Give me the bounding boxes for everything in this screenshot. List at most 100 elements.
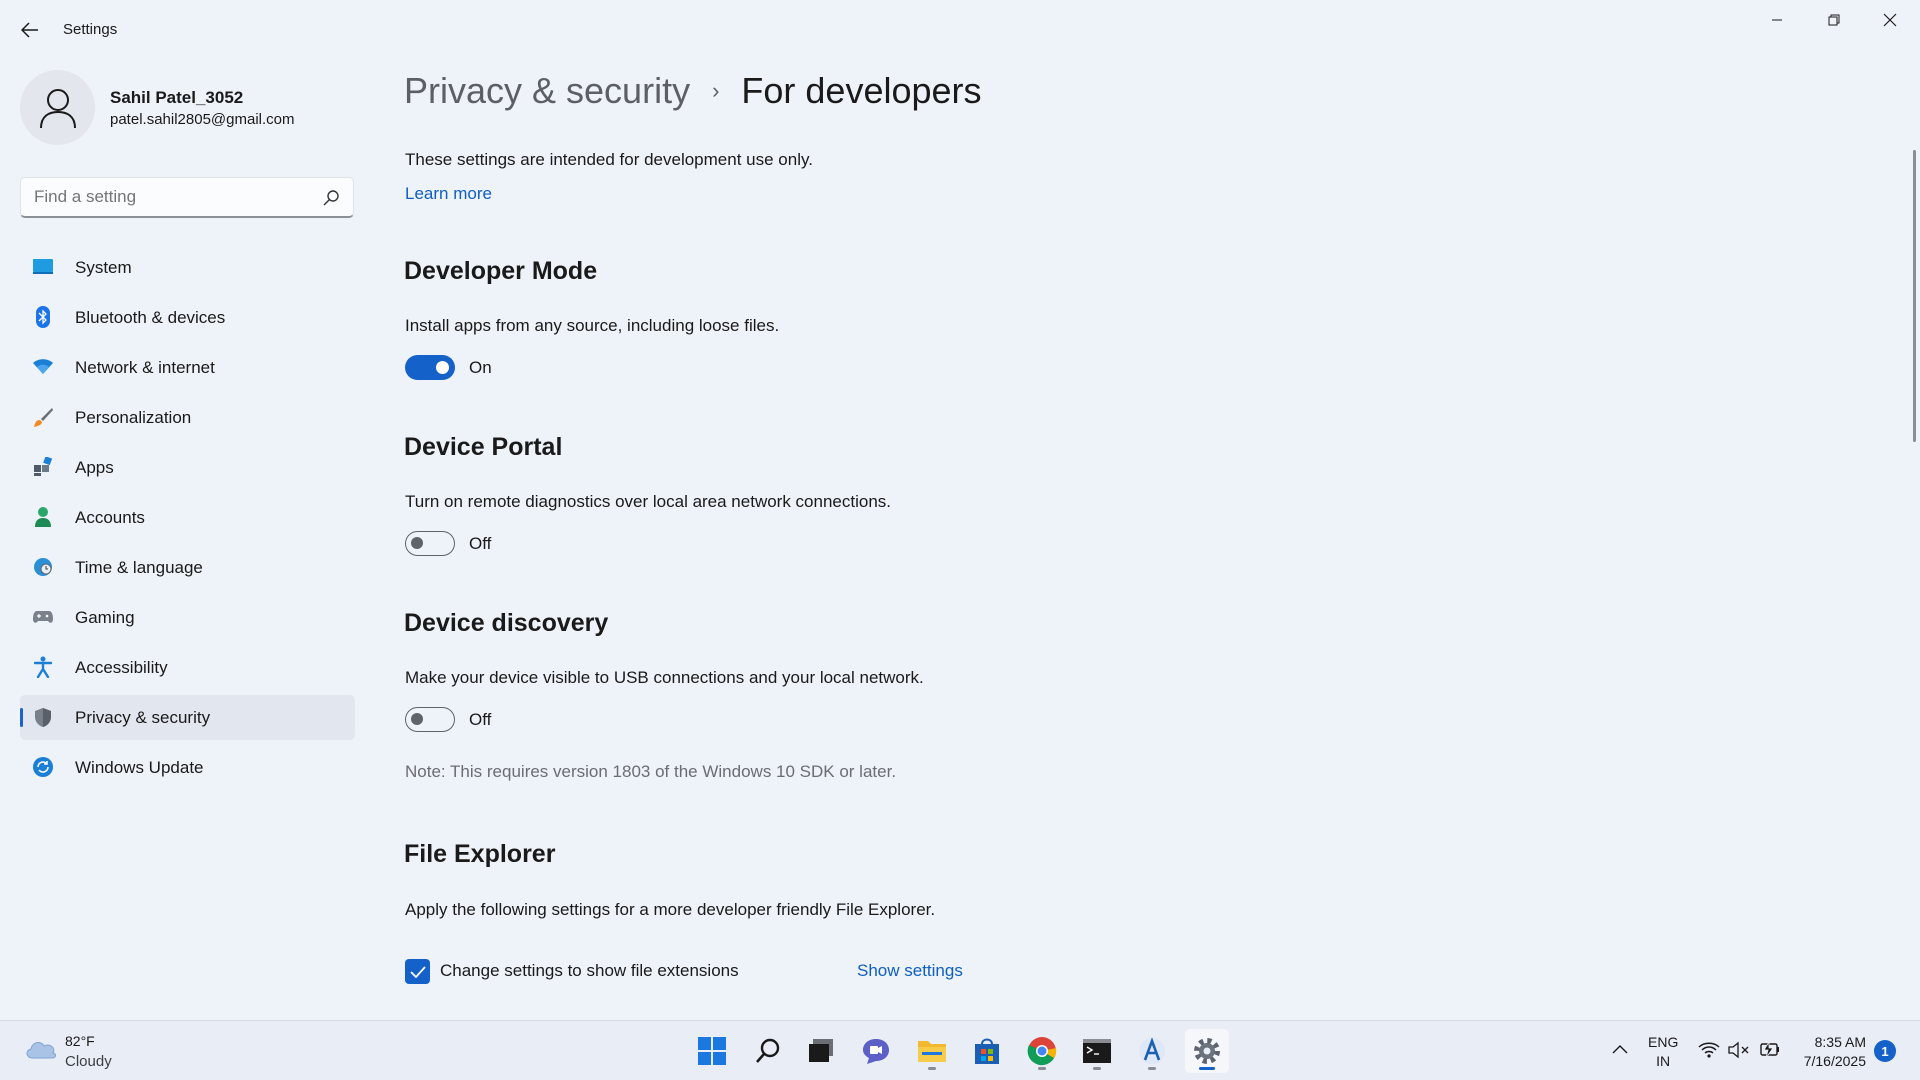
show-file-extensions-label[interactable]: Change settings to show file extensions [440, 961, 739, 981]
developer-mode-heading: Developer Mode [404, 257, 598, 285]
minimize-icon [1772, 19, 1782, 21]
app-title: Settings [63, 21, 118, 38]
sidebar-item-accounts[interactable]: Accounts [20, 495, 355, 540]
teams-chat-icon [863, 1039, 889, 1064]
sidebar-item-windows-update[interactable]: Windows Update [20, 745, 355, 790]
taskbar-search-button[interactable] [746, 1029, 790, 1073]
store-icon [975, 1038, 999, 1064]
breadcrumb: Privacy & security › For developers [404, 70, 982, 112]
running-indicator [1148, 1067, 1156, 1070]
windows-logo-icon [698, 1037, 726, 1065]
sidebar-item-network[interactable]: Network & internet [20, 345, 355, 390]
sidebar-item-accessibility[interactable]: Accessibility [20, 645, 355, 690]
running-indicator [928, 1067, 936, 1070]
device-portal-toggle[interactable] [405, 531, 455, 556]
start-button[interactable] [690, 1029, 734, 1073]
sidebar-item-label: Gaming [75, 607, 135, 627]
file-explorer-button[interactable] [910, 1029, 954, 1073]
running-indicator [1093, 1067, 1101, 1070]
toggle-knob [436, 361, 449, 374]
terminal-button[interactable] [1075, 1029, 1119, 1073]
device-portal-description: Turn on remote diagnostics over local ar… [405, 492, 892, 511]
gamepad-icon [32, 606, 54, 628]
intro-text: These settings are intended for developm… [405, 150, 813, 169]
wifi-status-icon[interactable] [1698, 1041, 1720, 1059]
device-portal-heading: Device Portal [404, 433, 563, 461]
shield-icon [32, 706, 54, 728]
sidebar-nav: System Bluetooth & devices Network & int… [20, 245, 355, 795]
close-button[interactable] [1867, 6, 1913, 34]
chevron-up-icon[interactable] [1612, 1044, 1628, 1054]
terminal-icon [1083, 1039, 1111, 1063]
active-indicator [1199, 1067, 1215, 1070]
user-profile[interactable]: Sahil Patel_3052 patel.sahil2805@gmail.c… [20, 70, 350, 146]
cloud-icon [26, 1041, 56, 1059]
sidebar-item-label: Bluetooth & devices [75, 307, 226, 327]
app-button[interactable] [1130, 1029, 1174, 1073]
chat-button[interactable] [854, 1029, 898, 1073]
search-input[interactable] [34, 187, 314, 207]
title-bar: Settings [0, 0, 1920, 60]
running-indicator [1038, 1067, 1046, 1070]
store-button[interactable] [965, 1029, 1009, 1073]
clock[interactable]: 8:35 AM 7/16/2025 [1794, 1033, 1866, 1071]
show-settings-link[interactable]: Show settings [857, 961, 963, 981]
weather-temperature: 82°F [65, 1033, 95, 1049]
sidebar-item-label: Windows Update [75, 757, 204, 777]
chevron-right-icon: › [712, 78, 720, 103]
language-indicator[interactable]: ENG IN [1648, 1033, 1678, 1071]
volume-muted-icon[interactable] [1728, 1041, 1750, 1059]
breadcrumb-parent[interactable]: Privacy & security [404, 70, 690, 112]
notification-badge[interactable]: 1 [1874, 1040, 1896, 1062]
show-file-extensions-checkbox[interactable] [405, 959, 430, 984]
restore-button[interactable] [1811, 6, 1857, 34]
user-name: Sahil Patel_3052 [110, 88, 244, 107]
clock-date: 7/16/2025 [1803, 1053, 1866, 1069]
developer-mode-description: Install apps from any source, including … [405, 316, 780, 335]
developer-mode-toggle[interactable] [405, 355, 455, 380]
sidebar-item-label: Accounts [75, 507, 145, 527]
bluetooth-icon [32, 306, 54, 328]
sidebar-item-gaming[interactable]: Gaming [20, 595, 355, 640]
file-explorer-heading: File Explorer [404, 840, 556, 868]
sidebar-item-system[interactable]: System [20, 245, 355, 290]
user-icon [39, 88, 76, 128]
sidebar-item-personalization[interactable]: Personalization [20, 395, 355, 440]
taskbar: 82°F Cloudy ENG IN 8:35 AM 7/16/2025 1 [0, 1020, 1920, 1080]
sidebar-item-label: Time & language [75, 557, 203, 577]
user-email: patel.sahil2805@gmail.com [110, 111, 295, 128]
device-discovery-description: Make your device visible to USB connecti… [405, 668, 924, 687]
checkmark-icon [409, 965, 426, 978]
sidebar-item-apps[interactable]: Apps [20, 445, 355, 490]
scrollbar[interactable] [1913, 150, 1916, 442]
sidebar-item-time-language[interactable]: Time & language [20, 545, 355, 590]
app-a-icon [1139, 1037, 1165, 1064]
toggle-knob [411, 713, 423, 725]
sidebar-item-bluetooth[interactable]: Bluetooth & devices [20, 295, 355, 340]
back-arrow-icon [21, 22, 38, 38]
close-icon [1883, 13, 1897, 27]
device-discovery-toggle[interactable] [405, 707, 455, 732]
settings-taskbar-button[interactable] [1185, 1029, 1229, 1073]
search-icon[interactable] [322, 189, 340, 207]
update-icon [32, 756, 54, 778]
language-code: ENG [1648, 1034, 1679, 1050]
back-button[interactable] [18, 18, 42, 42]
device-discovery-note: Note: This requires version 1803 of the … [405, 762, 897, 781]
sidebar-item-privacy-security[interactable]: Privacy & security [20, 695, 355, 740]
minimize-button[interactable] [1754, 6, 1800, 34]
sidebar-item-label: Personalization [75, 407, 192, 427]
file-explorer-description: Apply the following settings for a more … [405, 900, 936, 919]
toggle-knob [411, 537, 423, 549]
learn-more-link[interactable]: Learn more [405, 184, 492, 204]
device-discovery-state: Off [469, 710, 492, 729]
folder-icon [918, 1041, 946, 1062]
search-box[interactable] [20, 177, 354, 218]
sidebar-item-label: System [75, 257, 132, 277]
accessibility-icon [32, 656, 54, 678]
task-view-button[interactable] [799, 1029, 843, 1073]
chrome-button[interactable] [1020, 1029, 1064, 1073]
battery-charging-icon[interactable] [1758, 1040, 1780, 1060]
sidebar-item-label: Apps [75, 457, 114, 477]
wifi-icon [32, 356, 54, 378]
